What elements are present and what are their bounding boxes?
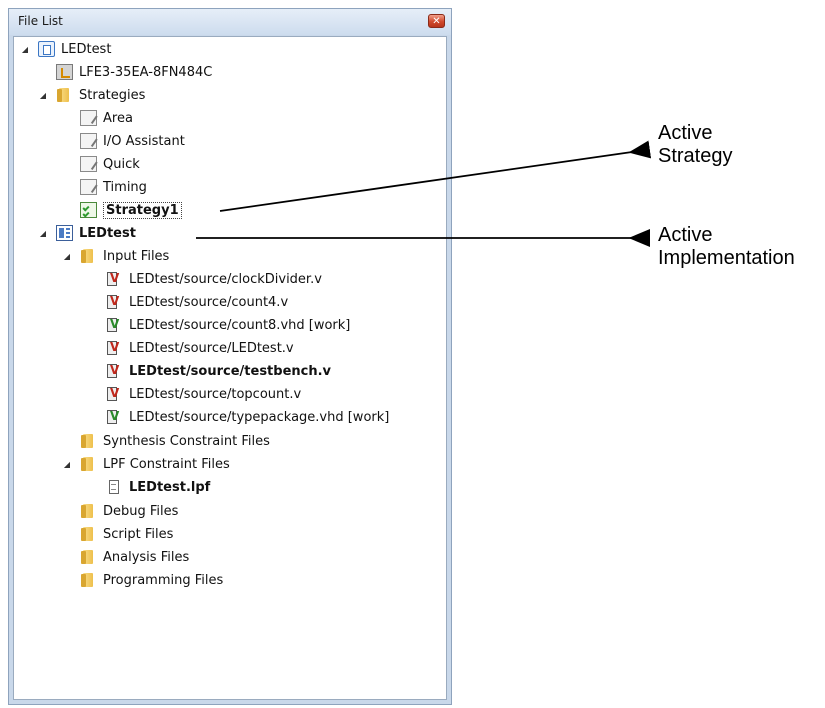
callout-line: Active (658, 122, 713, 144)
active-strategy-callout: Active Strategy (658, 122, 732, 168)
active-implementation-callout: Active Implementation (658, 224, 795, 270)
active-strategy-arrow (219, 140, 652, 212)
annotation-arrows (196, 140, 652, 247)
callout-line: Implementation (658, 247, 795, 269)
callout-line: Strategy (658, 145, 733, 167)
callout-line: Active (658, 224, 713, 246)
